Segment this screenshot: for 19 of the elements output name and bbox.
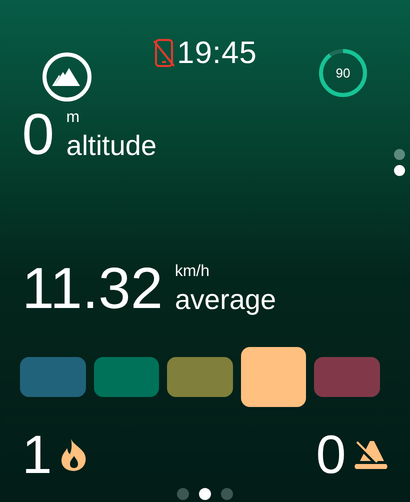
heart-rate-value: 90	[336, 66, 350, 80]
mountain-icon	[42, 52, 92, 102]
altitude-label: altitude	[66, 132, 157, 160]
counter-value: 0	[316, 428, 346, 482]
page-dot[interactable]	[394, 149, 405, 160]
flame-icon	[60, 438, 88, 472]
page-dot[interactable]	[221, 488, 233, 500]
speed-label: average	[174, 286, 276, 314]
page-dot[interactable]	[177, 488, 189, 500]
speed-unit: km/h	[174, 264, 211, 280]
altitude-unit: m	[66, 110, 81, 126]
speed-value: 11.32	[22, 264, 163, 314]
altitude-value: 0	[22, 110, 54, 160]
counter-value: 1	[22, 428, 52, 482]
heart-rate-ring	[318, 48, 368, 98]
page-dot[interactable]	[199, 488, 211, 500]
metronome-off-icon	[354, 440, 388, 470]
page-dot[interactable]	[394, 165, 405, 176]
clock-time: 19:45	[176, 35, 258, 71]
